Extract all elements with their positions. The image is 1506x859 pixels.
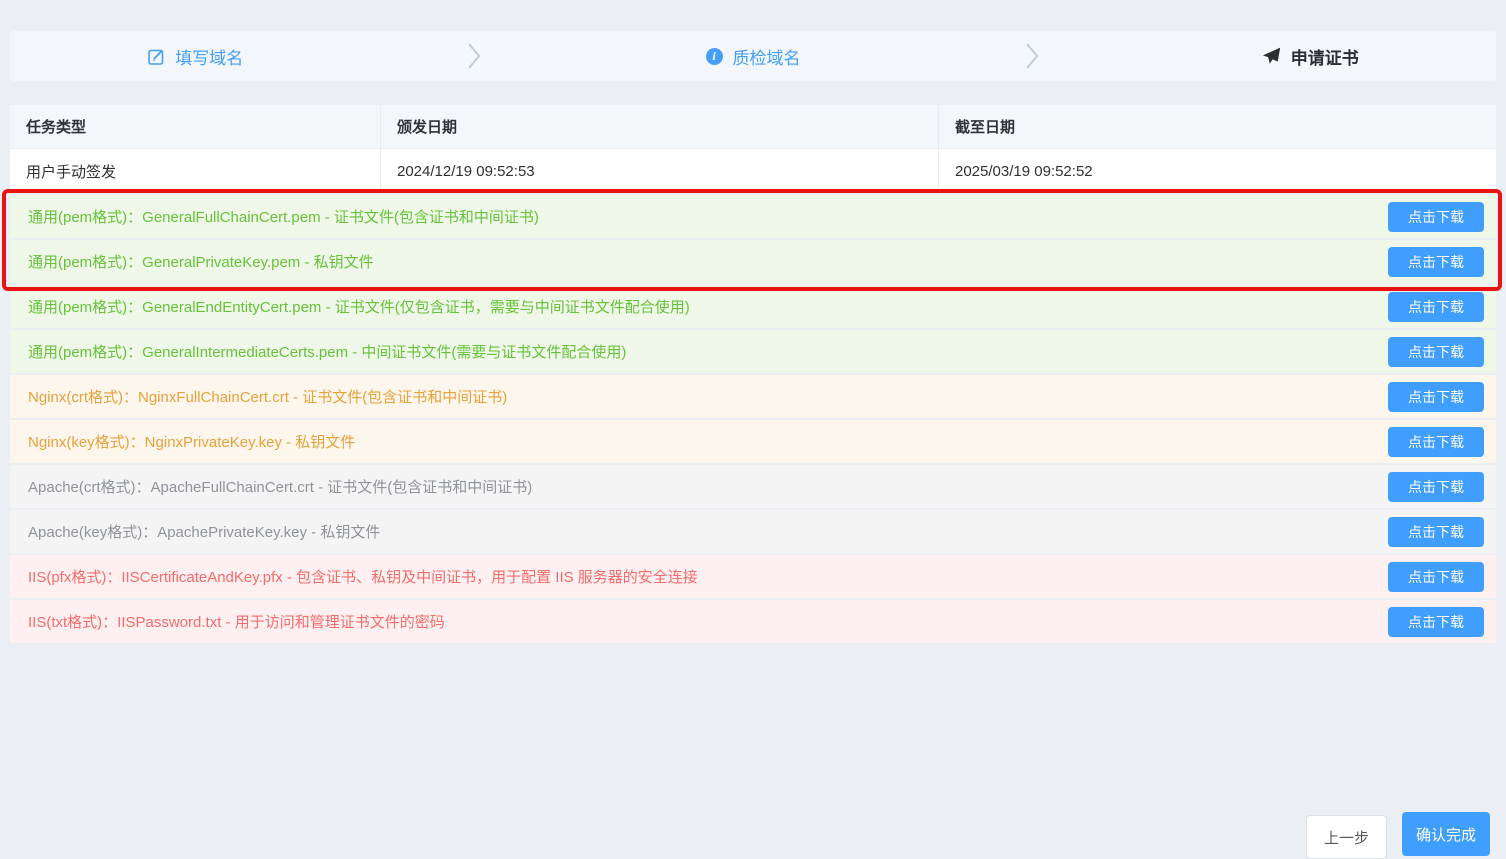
download-row-nginx-privatekey: Nginx(key格式)：NginxPrivateKey.key - 私钥文件 … xyxy=(10,420,1496,463)
download-row-general-privatekey: 通用(pem格式)：GeneralPrivateKey.pem - 私钥文件 点… xyxy=(10,240,1496,283)
cell-expiry-date: 2025/03/19 09:52:52 xyxy=(938,149,1496,193)
table-header-row: 任务类型 颁发日期 截至日期 xyxy=(10,105,1496,149)
download-row-general-fullchain: 通用(pem格式)：GeneralFullChainCert.pem - 证书文… xyxy=(10,195,1496,238)
cell-issue-date: 2024/12/19 09:52:53 xyxy=(380,149,938,193)
chevron-right-icon xyxy=(939,42,1125,70)
col-header-expiry-date: 截至日期 xyxy=(938,105,1496,148)
step-label: 申请证书 xyxy=(1291,44,1359,69)
cell-task-type: 用户手动签发 xyxy=(10,149,380,193)
step-fill-domain[interactable]: 填写域名 xyxy=(10,44,382,69)
download-button[interactable]: 点击下载 xyxy=(1388,472,1484,502)
download-button[interactable]: 点击下载 xyxy=(1388,202,1484,232)
info-icon: i xyxy=(706,48,723,65)
download-row-apache-fullchain: Apache(crt格式)：ApacheFullChainCert.crt - … xyxy=(10,465,1496,508)
download-row-general-endentity: 通用(pem格式)：GeneralEndEntityCert.pem - 证书文… xyxy=(10,285,1496,328)
previous-step-button[interactable]: 上一步 xyxy=(1306,815,1387,859)
download-list: 通用(pem格式)：GeneralFullChainCert.pem - 证书文… xyxy=(10,195,1496,643)
chevron-right-icon xyxy=(382,42,568,70)
table-row: 用户手动签发 2024/12/19 09:52:53 2025/03/19 09… xyxy=(10,149,1496,194)
download-button[interactable]: 点击下载 xyxy=(1388,247,1484,277)
step-label: 质检域名 xyxy=(733,44,801,69)
send-icon xyxy=(1262,47,1281,65)
download-button[interactable]: 点击下载 xyxy=(1388,427,1484,457)
download-file-label: 通用(pem格式)：GeneralEndEntityCert.pem - 证书文… xyxy=(28,296,690,317)
download-file-label: Nginx(crt格式)：NginxFullChainCert.crt - 证书… xyxy=(28,386,507,407)
download-row-iis-pfx: IIS(pfx格式)：IISCertificateAndKey.pfx - 包含… xyxy=(10,555,1496,598)
step-check-domain[interactable]: i 质检域名 xyxy=(567,44,939,69)
download-button[interactable]: 点击下载 xyxy=(1388,517,1484,547)
download-file-label: Apache(crt格式)：ApacheFullChainCert.crt - … xyxy=(28,476,532,497)
download-button[interactable]: 点击下载 xyxy=(1388,292,1484,322)
certificate-info-table: 任务类型 颁发日期 截至日期 用户手动签发 2024/12/19 09:52:5… xyxy=(10,105,1496,194)
step-apply-certificate: 申请证书 xyxy=(1125,44,1497,69)
download-button[interactable]: 点击下载 xyxy=(1388,337,1484,367)
download-row-general-intermediate: 通用(pem格式)：GeneralIntermediateCerts.pem -… xyxy=(10,330,1496,373)
confirm-complete-button[interactable]: 确认完成 xyxy=(1402,812,1490,856)
col-header-task-type: 任务类型 xyxy=(10,105,380,148)
download-file-label: IIS(txt格式)：IISPassword.txt - 用于访问和管理证书文件… xyxy=(28,611,445,632)
wizard-stepper: 填写域名 i 质检域名 申请证书 xyxy=(10,31,1496,81)
download-button[interactable]: 点击下载 xyxy=(1388,382,1484,412)
download-file-label: 通用(pem格式)：GeneralFullChainCert.pem - 证书文… xyxy=(28,206,539,227)
download-row-nginx-fullchain: Nginx(crt格式)：NginxFullChainCert.crt - 证书… xyxy=(10,375,1496,418)
edit-icon xyxy=(148,48,165,65)
download-file-label: Nginx(key格式)：NginxPrivateKey.key - 私钥文件 xyxy=(28,431,355,452)
download-button[interactable]: 点击下载 xyxy=(1388,607,1484,637)
download-button[interactable]: 点击下载 xyxy=(1388,562,1484,592)
download-file-label: 通用(pem格式)：GeneralIntermediateCerts.pem -… xyxy=(28,341,626,362)
download-row-apache-privatekey: Apache(key格式)：ApachePrivateKey.key - 私钥文… xyxy=(10,510,1496,553)
download-file-label: IIS(pfx格式)：IISCertificateAndKey.pfx - 包含… xyxy=(28,566,698,587)
download-row-iis-password: IIS(txt格式)：IISPassword.txt - 用于访问和管理证书文件… xyxy=(10,600,1496,643)
download-file-label: 通用(pem格式)：GeneralPrivateKey.pem - 私钥文件 xyxy=(28,251,374,272)
download-file-label: Apache(key格式)：ApachePrivateKey.key - 私钥文… xyxy=(28,521,380,542)
col-header-issue-date: 颁发日期 xyxy=(380,105,938,148)
step-label: 填写域名 xyxy=(175,44,243,69)
